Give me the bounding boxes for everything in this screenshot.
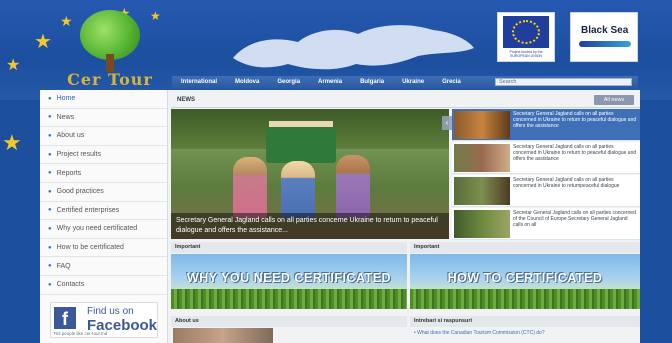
grass xyxy=(171,289,407,309)
side-news-item[interactable]: Secretar General Jagland calls on all pa… xyxy=(452,208,640,240)
news-thumbnail xyxy=(454,144,510,172)
important-right-header: Important xyxy=(410,242,640,253)
facebook-line1: Find us on xyxy=(87,306,134,317)
facebook-likes: 763 people like cer-tour.md xyxy=(53,331,108,336)
side-news-item[interactable]: Secretary General Jagland calls on all p… xyxy=(452,109,640,141)
news-thumbnail xyxy=(454,177,510,205)
bullet-icon: ● xyxy=(48,244,52,251)
child-figure xyxy=(336,155,370,219)
top-nav: International Moldova Georgia Armenia Bu… xyxy=(172,76,638,88)
sidebar-item-contacts[interactable]: ● Contacts xyxy=(40,276,167,295)
tractor xyxy=(266,127,336,163)
bullet-icon: ● xyxy=(48,114,52,121)
side-news-list: Secretary General Jagland calls on all p… xyxy=(452,109,640,240)
sidebar-item-good-practices[interactable]: ● Good practices xyxy=(40,183,167,202)
sidebar: ● Home ● News ● About us ● Project results ●… xyxy=(40,90,168,343)
bullet-icon: ● xyxy=(48,263,52,270)
star-icon: ★ xyxy=(6,57,21,74)
sidebar-item-faq[interactable]: ● FAQ xyxy=(40,257,167,276)
bullet-icon: ● xyxy=(48,207,52,214)
why-certificated-banner[interactable]: WHY YOU NEED CERTIFICATED xyxy=(171,254,407,309)
eu-caption: Project funded by the EUROPEAN UNION xyxy=(509,50,543,58)
black-sea-logo-text: Black Sea xyxy=(581,25,629,36)
eu-flag-icon xyxy=(503,16,549,48)
main-content: ● Home ● News ● About us ● Project results ●… xyxy=(40,90,640,343)
nav-item[interactable]: Ukraine xyxy=(393,76,433,88)
child-figure xyxy=(233,157,267,219)
nav-item[interactable]: International xyxy=(172,76,226,88)
news-thumbnail xyxy=(454,111,510,139)
about-us-header: About us xyxy=(171,316,407,327)
how-certificated-banner[interactable]: HOW TO CERTIFICATED xyxy=(410,254,640,309)
black-sea-badge[interactable]: Black Sea xyxy=(570,12,638,62)
nav-item[interactable]: Armenia xyxy=(309,76,351,88)
wave-icon xyxy=(579,41,631,47)
bullet-icon: ● xyxy=(48,132,52,139)
sidebar-item-why-certificated[interactable]: ● Why you need certificated xyxy=(40,220,167,239)
featured-news[interactable]: Secretary General Jagland calls on all p… xyxy=(171,109,449,239)
star-icon: ★ xyxy=(2,130,22,155)
news-thumbnail xyxy=(454,210,510,238)
nav-item[interactable]: Grecia xyxy=(433,76,470,88)
sidebar-item-news[interactable]: ● News xyxy=(40,109,167,128)
nav-item[interactable]: Georgia xyxy=(268,76,309,88)
faq-link[interactable]: • What does the Canadian Tourism Commiss… xyxy=(414,330,545,336)
sidebar-item-certified-enterprises[interactable]: ● Certified enterprises xyxy=(40,202,167,221)
about-us-thumbnail xyxy=(173,328,273,343)
nav-item[interactable]: Moldova xyxy=(226,76,268,88)
sidebar-item-home[interactable]: ● Home xyxy=(40,90,167,109)
banner-text: WHY YOU NEED CERTIFICATED xyxy=(186,271,392,285)
sidebar-item-project-results[interactable]: ● Project results xyxy=(40,146,167,165)
site-logo[interactable]: Cer Tour xyxy=(64,10,156,90)
bullet-icon: ● xyxy=(48,225,52,232)
bullet-icon: ● xyxy=(48,281,52,288)
bullet-icon: ● xyxy=(48,151,52,158)
sidebar-item-how-certificated[interactable]: ● How to be certificated xyxy=(40,239,167,258)
facebook-icon: f xyxy=(54,307,76,329)
star-icon: ★ xyxy=(34,31,52,53)
search-input[interactable]: Search xyxy=(495,78,632,86)
faq-header: Intrebari si raspunsuri xyxy=(410,316,640,327)
logo-text: Cer Tour xyxy=(67,70,153,89)
news-title: NEWS xyxy=(177,97,195,103)
feature-caption-box: Secretary General Jagland calls on all p… xyxy=(171,213,449,239)
nav-item[interactable]: Bulgaria xyxy=(351,76,393,88)
grass xyxy=(410,289,640,309)
bullet-icon: ● xyxy=(48,188,52,195)
sidebar-item-about-us[interactable]: ● About us xyxy=(40,127,167,146)
sidebar-item-reports[interactable]: ● Reports xyxy=(40,164,167,183)
prev-arrow-icon[interactable]: ‹ xyxy=(442,116,452,130)
child-figure xyxy=(281,161,315,219)
page: ★ ★ ★ ★ ★ ★ Cer Tour Project funded by t… xyxy=(0,0,672,343)
side-news-item[interactable]: Secretary General Jagland calls on all p… xyxy=(452,175,640,207)
bullet-icon: ● xyxy=(48,95,52,102)
europe-map-icon xyxy=(233,25,474,70)
tree-crown xyxy=(80,10,140,60)
feature-caption: Secretary General Jagland calls on all p… xyxy=(176,217,438,234)
eu-badge[interactable]: Project funded by the EUROPEAN UNION xyxy=(497,12,555,62)
important-left-header: Important xyxy=(171,242,407,253)
news-header: NEWS All news xyxy=(171,94,640,108)
facebook-widget[interactable]: f Find us on Facebook 763 people like ce… xyxy=(50,302,158,338)
banner-text: HOW TO CERTIFICATED xyxy=(447,271,603,285)
all-news-button[interactable]: All news xyxy=(594,95,634,105)
side-news-item[interactable]: Secretary General Jagland calls on all p… xyxy=(452,142,640,174)
bullet-icon: ● xyxy=(48,170,52,177)
